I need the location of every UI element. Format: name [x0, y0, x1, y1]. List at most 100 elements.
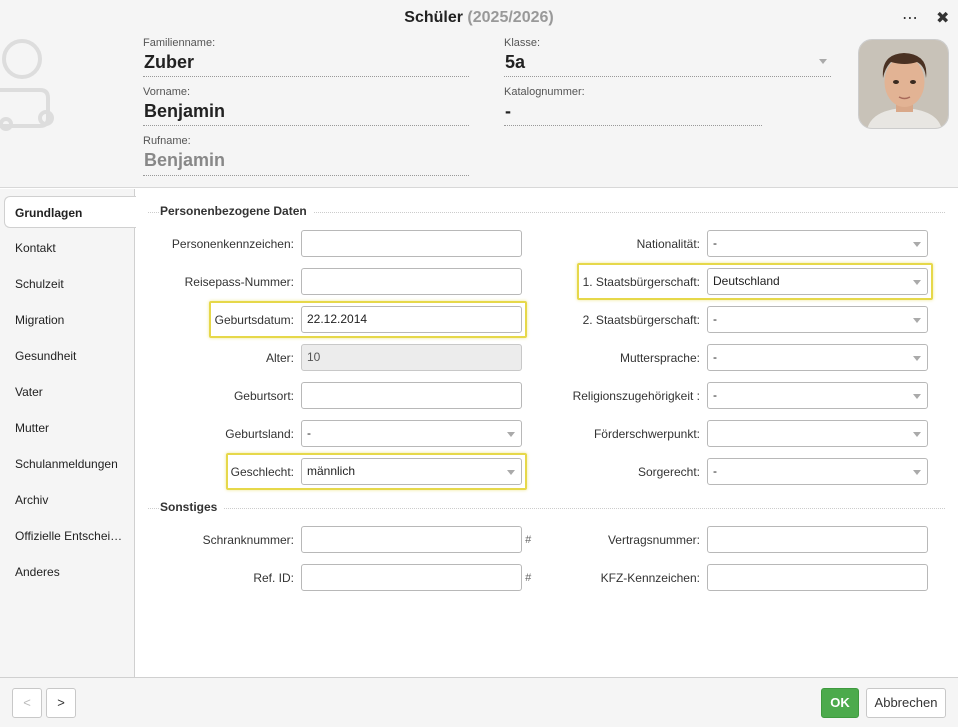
personenkennzeichen-label: Personenkennzeichen: [171, 237, 294, 251]
vertrag-label: Vertragsnummer: [607, 533, 700, 547]
vorname-label: Vorname: [143, 86, 191, 98]
chevron-down-icon [913, 394, 921, 399]
geburtsland-select[interactable]: - [301, 420, 522, 447]
rufname-value: Benjamin [144, 150, 226, 170]
geburtsdatum-label: Geburtsdatum: [214, 313, 294, 327]
chevron-down-icon [913, 242, 921, 247]
familienname-label: Familienname: [143, 37, 216, 49]
sorgerecht-label: Sorgerecht: [637, 465, 700, 479]
reisepass-input[interactable] [301, 268, 522, 295]
kfz-input[interactable] [707, 564, 928, 591]
refid-input[interactable] [301, 564, 522, 591]
sidebar-item-schulanmeldungen[interactable]: Schulanmeldungen [5, 448, 134, 480]
section-title-personal: Personenbezogene Daten [160, 204, 313, 218]
staatsb2-select[interactable]: - [707, 306, 928, 333]
sidebar-item-mutter[interactable]: Mutter [5, 412, 134, 444]
sidebar-item-migration[interactable]: Migration [5, 304, 134, 336]
staatsb1-select[interactable]: Deutschland [707, 268, 928, 295]
foerder-label: Förderschwerpunkt: [593, 427, 700, 441]
vertrag-input[interactable] [707, 526, 928, 553]
katalognummer-field[interactable]: Katalognummer: - [504, 86, 762, 126]
sidebar-item-vater[interactable]: Vater [5, 376, 134, 408]
nationalitaet-label: Nationalität: [636, 237, 700, 251]
chevron-down-icon [913, 470, 921, 475]
katalognummer-value: - [505, 101, 511, 121]
previous-button[interactable]: < [12, 688, 42, 718]
staatsb2-value: - [713, 312, 717, 326]
cancel-button[interactable]: Abbrechen [866, 688, 946, 718]
muttersprache-label: Muttersprache: [619, 351, 700, 365]
rufname-field[interactable]: Rufname: Benjamin [143, 135, 469, 176]
klasse-label: Klasse: [504, 37, 541, 49]
muttersprache-select[interactable]: - [707, 344, 928, 371]
chevron-down-icon [913, 356, 921, 361]
section-title-misc: Sonstiges [160, 500, 224, 514]
geburtsort-input[interactable] [301, 382, 522, 409]
sidebar-item-anderes[interactable]: Anderes [5, 556, 134, 588]
sorgerecht-select[interactable]: - [707, 458, 928, 485]
sidebar-item-schulzeit[interactable]: Schulzeit [5, 268, 134, 300]
section-divider [148, 508, 945, 509]
alter-input: 10 [301, 344, 522, 371]
chevron-down-icon [913, 318, 921, 323]
nationalitaet-select[interactable]: - [707, 230, 928, 257]
sidebar-item-kontakt[interactable]: Kontakt [5, 232, 134, 264]
schrank-label: Schranknummer: [202, 533, 294, 547]
staatsb1-value: Deutschland [713, 274, 780, 288]
sorgerecht-value: - [713, 464, 717, 478]
geburtsort-label: Geburtsort: [233, 389, 294, 403]
foerder-select[interactable] [707, 420, 928, 447]
kfz-label: KFZ-Kennzeichen: [600, 571, 700, 585]
familienname-value: Zuber [144, 52, 195, 72]
refid-label: Ref. ID: [253, 571, 294, 585]
katalognummer-label: Katalognummer: [504, 86, 585, 98]
klasse-value: 5a [505, 52, 526, 72]
chevron-down-icon [913, 432, 921, 437]
sidebar-item-offizielle-entscheidungen[interactable]: Offizielle Entschei… [5, 520, 134, 552]
student-dialog: Schüler (2025/2026) ⋯ ✖ Familienname: Zu… [0, 0, 958, 727]
vorname-field[interactable]: Vorname: Benjamin [143, 86, 469, 126]
sidebar: Grundlagen Kontakt Schulzeit Migration G… [0, 189, 136, 677]
nationalitaet-value: - [713, 236, 717, 250]
muttersprache-value: - [713, 350, 717, 364]
rufname-label: Rufname: [143, 135, 191, 147]
dialog-header: Schüler (2025/2026) ⋯ ✖ Familienname: Zu… [0, 0, 958, 188]
student-photo-image [859, 40, 948, 128]
religion-value: - [713, 388, 717, 402]
title-text: Schüler [404, 9, 463, 26]
geschlecht-value: männlich [307, 464, 356, 478]
chevron-down-icon [507, 432, 515, 437]
title-year: (2025/2026) [467, 9, 554, 26]
next-button[interactable]: > [46, 688, 76, 718]
chevron-down-icon [913, 280, 921, 285]
alter-label: Alter: [265, 351, 294, 365]
sidebar-item-gesundheit[interactable]: Gesundheit [5, 340, 134, 372]
religion-select[interactable]: - [707, 382, 928, 409]
geburtsland-label: Geburtsland: [225, 427, 294, 441]
familienname-field[interactable]: Familienname: Zuber [143, 37, 469, 77]
personenkennzeichen-input[interactable] [301, 230, 522, 257]
sidebar-item-archiv[interactable]: Archiv [5, 484, 134, 516]
schrank-input[interactable] [301, 526, 522, 553]
dialog-footer: < > OK Abbrechen [0, 677, 958, 727]
staatsb2-label: 2. Staatsbürgerschaft: [582, 313, 700, 327]
more-menu-icon[interactable]: ⋯ [902, 8, 918, 28]
staatsb1-label: 1. Staatsbürgerschaft: [582, 275, 700, 289]
geburtsdatum-input[interactable]: 22.12.2014 [301, 306, 522, 333]
ok-button[interactable]: OK [821, 688, 859, 718]
hash-icon[interactable]: # [525, 572, 531, 584]
reisepass-label: Reisepass-Nummer: [184, 275, 294, 289]
user-placeholder-icon [0, 39, 54, 131]
religion-label: Religionszugehörigkeit : [572, 389, 700, 403]
geschlecht-label: Geschlecht: [230, 465, 294, 479]
vorname-value: Benjamin [144, 101, 226, 121]
close-icon[interactable]: ✖ [936, 8, 949, 28]
hash-icon[interactable]: # [525, 534, 531, 546]
chevron-down-icon [819, 59, 827, 64]
student-photo[interactable] [858, 39, 949, 129]
sidebar-item-grundlagen[interactable]: Grundlagen [4, 196, 136, 228]
geschlecht-select[interactable]: männlich [301, 458, 522, 485]
geburtsland-value: - [307, 426, 311, 440]
klasse-select[interactable]: Klasse: 5a [504, 37, 831, 77]
chevron-down-icon [507, 470, 515, 475]
